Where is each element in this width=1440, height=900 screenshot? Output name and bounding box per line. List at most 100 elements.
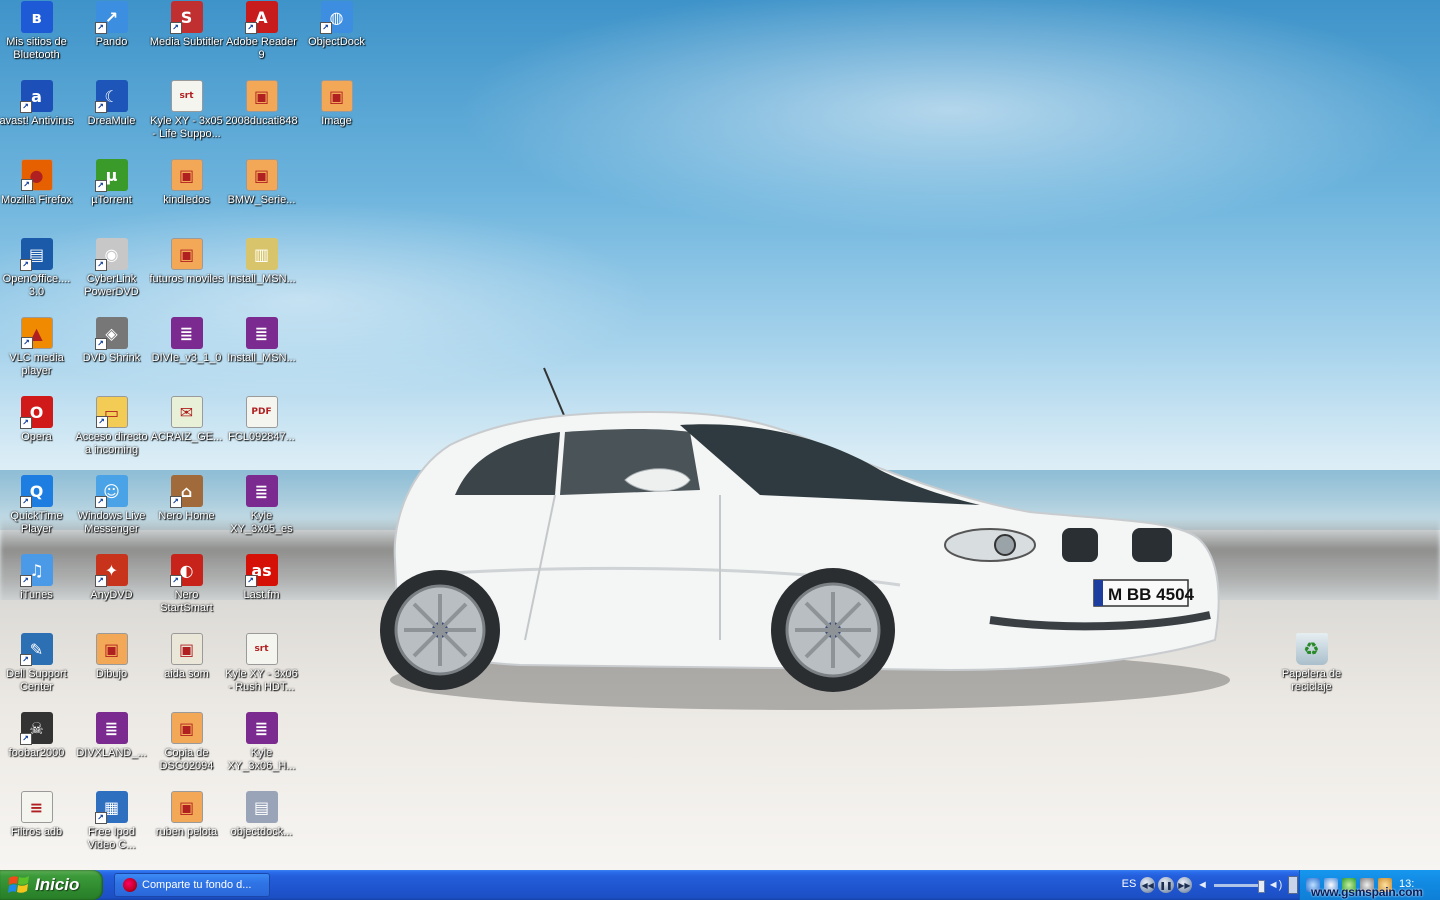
- openoffice-icon: ▤ ↗: [19, 238, 53, 271]
- desktop-icon[interactable]: ▤ ↗ OpenOffice.... 3.0: [0, 237, 74, 313]
- desktop-icon[interactable]: ▣ ruben pelota: [149, 790, 224, 866]
- desktop-icon[interactable]: ◍ ↗ ObjectDock: [299, 0, 374, 76]
- desktop-icon[interactable]: ▣ aida som: [149, 632, 224, 708]
- desktop-icon[interactable]: ʙ Mis sitios de Bluetooth: [0, 0, 74, 76]
- image-file-icon: ▣: [170, 159, 203, 191]
- desktop-icon[interactable]: ▤ objectdock...: [224, 790, 299, 866]
- ipod-video-icon: ▦ ↗: [94, 791, 128, 824]
- desktop-icon[interactable]: ▣ Image: [299, 79, 374, 155]
- image-file-icon: ▣: [170, 238, 203, 270]
- desktop-icon[interactable]: ≣ Kyle XY_3x06_H...: [224, 711, 299, 787]
- desktop-icon[interactable]: ▭ ↗ Acceso directo a incoming: [74, 395, 149, 471]
- desktop-icon-label: DVD Shrink: [82, 352, 141, 364]
- volume-icon[interactable]: ◄): [1268, 879, 1283, 891]
- desktop-icon[interactable]: ▣ Copia de DSC02094: [149, 711, 224, 787]
- desktop-icon[interactable]: ● ↗ Mozilla Firefox: [0, 158, 74, 234]
- desktop-icon[interactable]: srt Kyle XY - 3x05 - Life Suppo...: [149, 79, 224, 155]
- volume-slider-knob[interactable]: [1257, 879, 1265, 893]
- desktop-icon[interactable]: ▣ Dibujo: [74, 632, 149, 708]
- desktop-icon[interactable]: ✎ ↗ Dell Support Center: [0, 632, 74, 708]
- desktop-icon[interactable]: Q ↗ QuickTime Player: [0, 474, 74, 550]
- desktop-icon[interactable]: ↗ ↗ Pando: [74, 0, 149, 76]
- desktop-icon-label: OpenOffice.... 3.0: [2, 273, 71, 298]
- shortcut-arrow-icon: ↗: [94, 22, 107, 34]
- winrar-icon: ≣: [170, 317, 203, 349]
- desktop-icon-label: DreaMule: [87, 115, 136, 127]
- mute-icon[interactable]: ◄: [1197, 879, 1208, 891]
- desktop-icon[interactable]: ▣ 2008ducati848: [224, 79, 299, 155]
- desktop-icon-label: objectdock...: [230, 826, 293, 838]
- taskbar-window-button[interactable]: Comparte tu fondo d...: [114, 873, 270, 897]
- desktop-icon-label: Image: [321, 115, 352, 127]
- desktop-icon[interactable]: as ↗ Last.fm: [224, 553, 299, 629]
- volume-slider[interactable]: [1213, 879, 1265, 893]
- desktop-icon-label: Dell Support Center: [6, 668, 67, 693]
- shortcut-arrow-icon: ↗: [94, 259, 107, 271]
- desktop-icon[interactable]: ≣ DIVIe_v3_1_0: [149, 316, 224, 392]
- desktop-icon[interactable]: ✉ ACRAIZ_GE...: [149, 395, 224, 471]
- desktop-icon-label: avast! Antivirus: [0, 115, 74, 127]
- desktop-icon[interactable]: ⌂ ↗ Nero Home: [149, 474, 224, 550]
- desktop-icon[interactable]: ☺ ↗ Windows Live Messenger: [74, 474, 149, 550]
- shortcut-arrow-icon: ↗: [169, 496, 182, 508]
- desktop-icon[interactable]: ◈ ↗ DVD Shrink: [74, 316, 149, 392]
- desktop-icon[interactable]: ☾ ↗ DreaMule: [74, 79, 149, 155]
- desktop-icon[interactable]: ☠ ↗ foobar2000: [0, 711, 74, 787]
- desktop-icon[interactable]: PDF FCL092847...: [224, 395, 299, 471]
- avast-icon: a ↗: [19, 80, 53, 113]
- shortcut-arrow-icon: ↗: [95, 416, 108, 428]
- start-button[interactable]: Inicio: [0, 870, 103, 900]
- opera-task-icon: [123, 878, 137, 892]
- shortcut-arrow-icon: ↗: [94, 101, 107, 113]
- desktop-icon-label: ACRAIZ_GE...: [150, 431, 223, 443]
- desktop-icon[interactable]: ◐ ↗ Nero StartSmart: [149, 553, 224, 629]
- shortcut-arrow-icon: ↗: [19, 496, 32, 508]
- desktop-icon[interactable]: ▣ BMW_Serie...: [224, 158, 299, 234]
- desktop-icon[interactable]: µ ↗ µTorrent: [74, 158, 149, 234]
- winrar-icon: ≣: [245, 712, 278, 744]
- messenger-icon: ☺ ↗: [94, 475, 128, 508]
- desktop-icon[interactable]: a ↗ avast! Antivirus: [0, 79, 74, 155]
- pause-icon[interactable]: ❚❚: [1158, 877, 1174, 893]
- desktop-icon[interactable]: ◉ ↗ CyberLink PowerDVD: [74, 237, 149, 313]
- desktop-icon[interactable]: ▲ ↗ VLC media player: [0, 316, 74, 392]
- desktop-icon[interactable]: srt Kyle XY - 3x06 - Rush HDT...: [224, 632, 299, 708]
- desktop-icon-label: Install_MSN...: [227, 352, 296, 364]
- shortcut-arrow-icon: ↗: [19, 654, 32, 666]
- desktop-icon[interactable]: S ↗ Media Subtitler: [149, 0, 224, 76]
- desktop-icon[interactable]: ▣ kindledos: [149, 158, 224, 234]
- powerdvd-icon: ◉ ↗: [94, 238, 128, 271]
- taskbar: Inicio Comparte tu fondo d... ES ◀◀ ❚❚ ▶…: [0, 870, 1440, 900]
- language-indicator[interactable]: ES: [1117, 878, 1141, 890]
- desktop-icon[interactable]: ▥ Install_MSN...: [224, 237, 299, 313]
- text-file-icon: ≡: [20, 791, 53, 823]
- desktop-icon[interactable]: O ↗ Opera: [0, 395, 74, 471]
- desktop-icon[interactable]: ≡ Filtros adb: [0, 790, 74, 866]
- desktop-icon[interactable]: ≣ Install_MSN...: [224, 316, 299, 392]
- bluetooth-icon: ʙ: [20, 1, 53, 33]
- desktop-icon[interactable]: ▣ futuros moviles: [149, 237, 224, 313]
- desktop-icon-label: Filtros adb: [10, 826, 63, 838]
- desktop-icon[interactable]: ▦ ↗ Free Ipod Video C...: [74, 790, 149, 866]
- dell-support-icon: ✎ ↗: [19, 633, 53, 666]
- desktop-icon-label: QuickTime Player: [10, 510, 63, 535]
- desktop-icon[interactable]: ≣ Kyle XY_3x05_es: [224, 474, 299, 550]
- desktop-icon[interactable]: ♫ ↗ iTunes: [0, 553, 74, 629]
- folder-icon: ▭ ↗: [95, 396, 128, 428]
- recycle-bin[interactable]: ♻ Papelera de reciclaje: [1274, 632, 1349, 708]
- previous-icon[interactable]: ◀◀: [1140, 877, 1156, 893]
- desktop-icon-label: FCL092847...: [228, 431, 295, 443]
- desktop-icon-label: Adobe Reader 9: [226, 36, 297, 61]
- desktop-icon-label: kindledos: [163, 194, 210, 206]
- subtitle-file-icon: srt: [245, 633, 278, 665]
- desktop-icon[interactable]: ✦ ↗ AnyDVD: [74, 553, 149, 629]
- media-toolbar-restore-icon[interactable]: [1288, 876, 1299, 894]
- desktop-icon[interactable]: A ↗ Adobe Reader 9: [224, 0, 299, 76]
- shortcut-arrow-icon: ↗: [19, 259, 32, 271]
- winrar-icon: ≣: [95, 712, 128, 744]
- media-subtitler-icon: S ↗: [169, 1, 203, 34]
- next-icon[interactable]: ▶▶: [1176, 877, 1193, 893]
- desktop-icon[interactable]: ≣ DIVXLAND_...: [74, 711, 149, 787]
- shortcut-arrow-icon: ↗: [244, 22, 257, 34]
- shortcut-arrow-icon: ↗: [19, 575, 32, 587]
